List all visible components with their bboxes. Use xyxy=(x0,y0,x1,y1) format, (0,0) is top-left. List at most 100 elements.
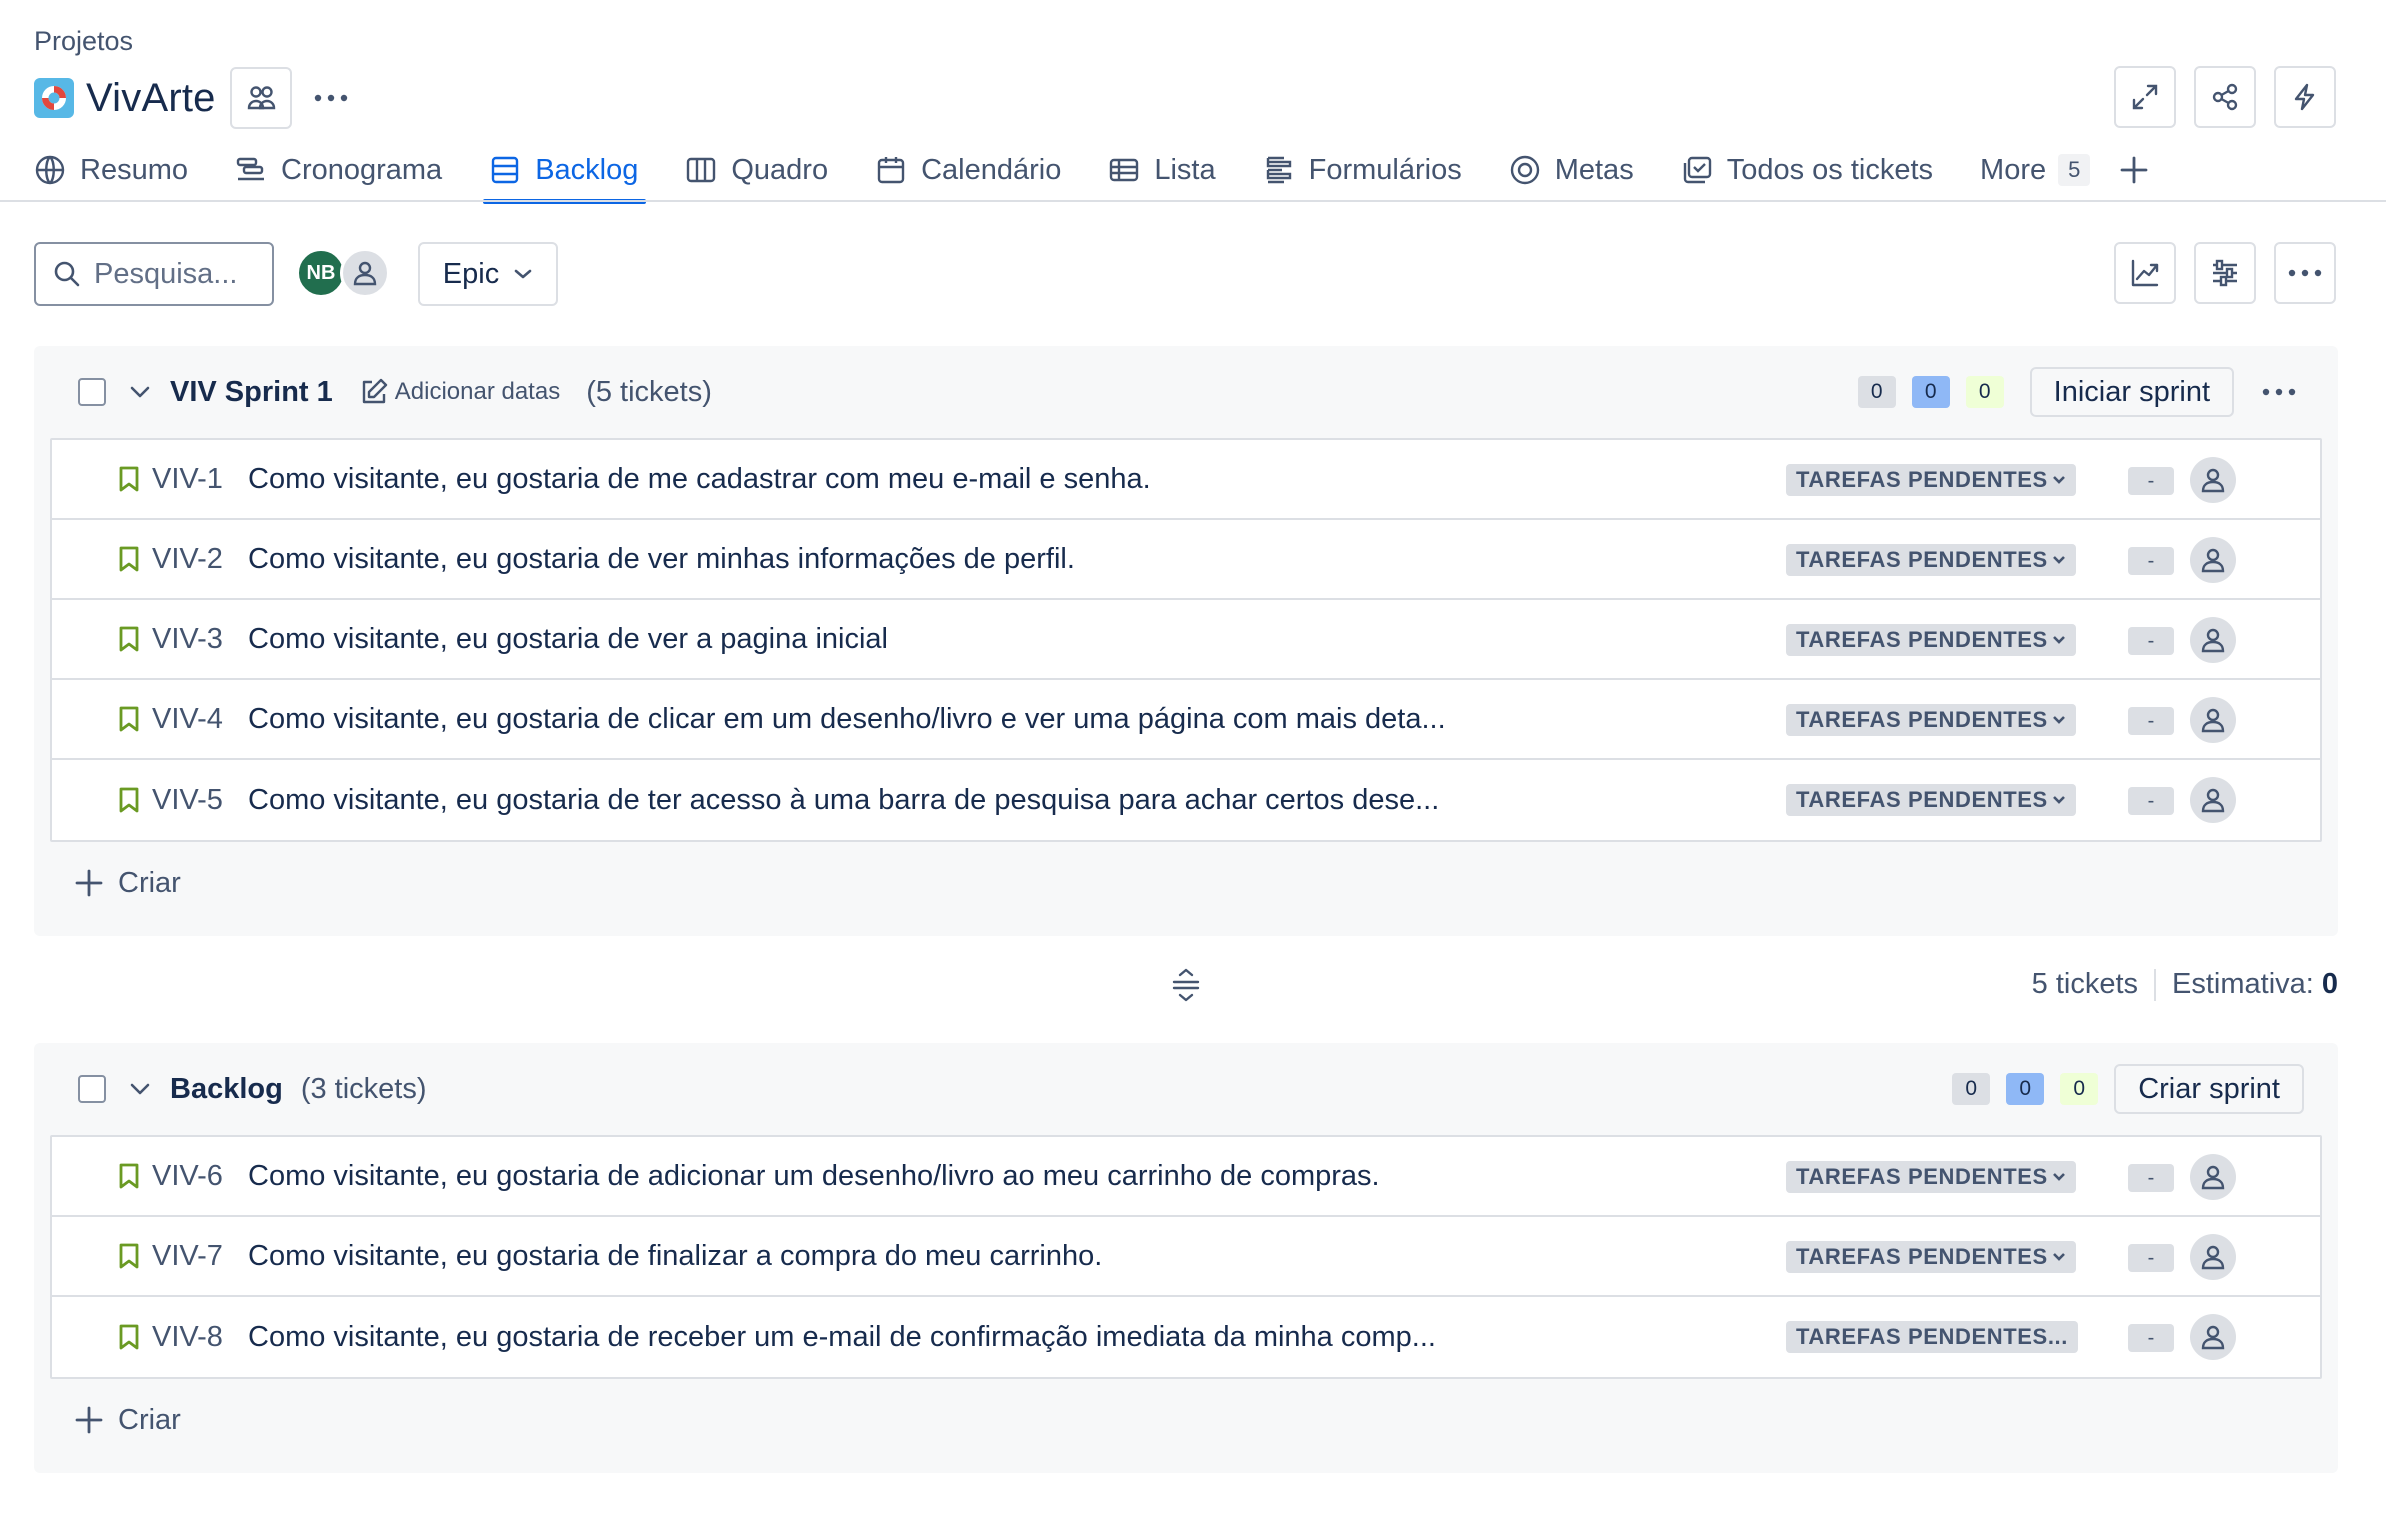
estimate-badge[interactable]: - xyxy=(2128,467,2174,495)
table-row[interactable]: VIV-8 Como visitante, eu gostaria de rec… xyxy=(52,1297,2320,1377)
chevron-down-icon[interactable] xyxy=(128,385,152,399)
toolbar-actions xyxy=(2114,242,2336,304)
tab-cronograma[interactable]: Cronograma xyxy=(235,148,442,192)
automation-button[interactable] xyxy=(2274,66,2336,128)
table-row[interactable]: VIV-5 Como visitante, eu gostaria de ter… xyxy=(52,760,2320,840)
tab-formularios[interactable]: Formulários xyxy=(1263,148,1462,192)
estimate-badge[interactable]: - xyxy=(2128,547,2174,575)
assignee-avatar[interactable] xyxy=(2190,1154,2236,1200)
create-sprint-button[interactable]: Criar sprint xyxy=(2114,1064,2304,1114)
forms-icon xyxy=(1266,156,1291,184)
backlog-select-checkbox[interactable] xyxy=(78,1075,106,1103)
tab-backlog[interactable]: Backlog xyxy=(483,148,647,204)
epic-filter-button[interactable]: Epic xyxy=(418,242,558,306)
estimate-badge[interactable]: - xyxy=(2128,1324,2174,1352)
ticket-key[interactable]: VIV-8 xyxy=(152,1321,248,1354)
estimate-badge[interactable]: - xyxy=(2128,1164,2174,1192)
ticket-summary[interactable]: Como visitante, eu gostaria de ter acess… xyxy=(248,784,1439,817)
table-row[interactable]: VIV-7 Como visitante, eu gostaria de fin… xyxy=(52,1217,2320,1297)
start-sprint-button[interactable]: Iniciar sprint xyxy=(2029,367,2234,417)
assignee-avatar[interactable] xyxy=(2190,777,2236,823)
ticket-summary[interactable]: Como visitante, eu gostaria de ver minha… xyxy=(248,543,1075,576)
tickets-icon xyxy=(1683,156,1711,184)
ticket-summary[interactable]: Como visitante, eu gostaria de finalizar… xyxy=(248,1240,1102,1273)
team-button[interactable] xyxy=(229,67,292,129)
status-dropdown[interactable]: TAREFAS PENDENTES xyxy=(1786,624,2076,656)
avatar-unassigned[interactable] xyxy=(340,248,390,298)
table-row[interactable]: VIV-2 Como visitante, eu gostaria de ver… xyxy=(52,520,2320,600)
done-points-badge: 0 xyxy=(2060,1073,2099,1105)
create-label: Criar xyxy=(118,1403,181,1436)
resize-handle[interactable] xyxy=(1170,968,1202,1002)
status-label: TAREFAS PENDENTES xyxy=(1796,787,2048,812)
estimate-badge[interactable]: - xyxy=(2128,707,2174,735)
toolbar-more-button[interactable] xyxy=(2274,242,2336,304)
ticket-key[interactable]: VIV-4 xyxy=(152,703,248,736)
table-row[interactable]: VIV-4 Como visitante, eu gostaria de cli… xyxy=(52,680,2320,760)
status-dropdown[interactable]: TAREFAS PENDENTES xyxy=(1786,704,2076,736)
ticket-summary[interactable]: Como visitante, eu gostaria de adicionar… xyxy=(248,1160,1380,1193)
insights-button[interactable] xyxy=(2114,242,2176,304)
table-row[interactable]: VIV-3 Como visitante, eu gostaria de ver… xyxy=(52,600,2320,680)
estimate-badge[interactable]: - xyxy=(2128,1244,2174,1272)
tab-metas[interactable]: Metas xyxy=(1509,148,1634,192)
tab-more[interactable]: More 5 xyxy=(1980,148,2091,192)
person-icon xyxy=(2201,548,2225,573)
status-dropdown[interactable]: TAREFAS PENDENTES xyxy=(1786,1241,2076,1273)
project-more-button[interactable] xyxy=(300,67,362,129)
tab-quadro[interactable]: Quadro xyxy=(685,148,828,192)
tab-todos-os-tickets[interactable]: Todos os tickets xyxy=(1681,148,1933,192)
assignee-avatar[interactable] xyxy=(2190,457,2236,503)
ticket-key[interactable]: VIV-1 xyxy=(152,463,248,496)
breadcrumb[interactable]: Projetos xyxy=(34,26,133,57)
sprint-header: VIV Sprint 1 Adicionar datas (5 tickets)… xyxy=(34,346,2338,438)
person-icon xyxy=(2201,628,2225,653)
search-input[interactable] xyxy=(94,257,244,291)
create-ticket-button[interactable]: Criar xyxy=(34,842,2338,924)
share-button[interactable] xyxy=(2194,66,2256,128)
create-ticket-button[interactable]: Criar xyxy=(34,1379,2338,1461)
add-dates-button[interactable]: Adicionar datas xyxy=(359,377,560,407)
ticket-summary[interactable]: Como visitante, eu gostaria de clicar em… xyxy=(248,703,1446,736)
avatar[interactable]: NB xyxy=(296,248,346,298)
sprint-more-button[interactable] xyxy=(2254,367,2304,417)
tab-resumo[interactable]: Resumo xyxy=(34,148,188,192)
estimate-badge[interactable]: - xyxy=(2128,787,2174,815)
ticket-summary[interactable]: Como visitante, eu gostaria de receber u… xyxy=(248,1321,1436,1354)
add-dates-label: Adicionar datas xyxy=(394,378,561,405)
assignee-avatar[interactable] xyxy=(2190,1314,2236,1360)
fullscreen-button[interactable] xyxy=(2114,66,2176,128)
status-dropdown[interactable]: TAREFAS PENDENTES xyxy=(1786,784,2076,816)
ticket-summary[interactable]: Como visitante, eu gostaria de me cadast… xyxy=(248,463,1151,496)
search-box[interactable] xyxy=(34,242,274,306)
status-dropdown[interactable]: TAREFAS PENDENTES xyxy=(1786,544,2076,576)
status-dropdown[interactable]: TAREFAS PENDENTES... xyxy=(1786,1321,2078,1353)
view-settings-button[interactable] xyxy=(2194,242,2256,304)
plus-icon xyxy=(2120,156,2148,184)
assignee-avatar[interactable] xyxy=(2190,537,2236,583)
ticket-key[interactable]: VIV-5 xyxy=(152,784,248,817)
ticket-key[interactable]: VIV-7 xyxy=(152,1240,248,1273)
status-dropdown[interactable]: TAREFAS PENDENTES xyxy=(1786,1161,2076,1193)
assignee-avatar[interactable] xyxy=(2190,697,2236,743)
assignee-avatar[interactable] xyxy=(2190,617,2236,663)
chevron-down-icon[interactable] xyxy=(128,1082,152,1096)
assignee-avatar[interactable] xyxy=(2190,1234,2236,1280)
estimate-badge[interactable]: - xyxy=(2128,627,2174,655)
person-icon xyxy=(2201,708,2225,733)
add-tab-button[interactable] xyxy=(2118,148,2150,192)
table-row[interactable]: VIV-6 Como visitante, eu gostaria de adi… xyxy=(52,1137,2320,1217)
table-row[interactable]: VIV-1 Como visitante, eu gostaria de me … xyxy=(52,440,2320,520)
ticket-key[interactable]: VIV-2 xyxy=(152,543,248,576)
tab-lista[interactable]: Lista xyxy=(1108,148,1216,192)
ticket-key[interactable]: VIV-6 xyxy=(152,1160,248,1193)
ticket-summary[interactable]: Como visitante, eu gostaria de ver a pag… xyxy=(248,623,888,656)
tab-calendario[interactable]: Calendário xyxy=(875,148,1061,192)
sprint-total-tickets: 5 tickets xyxy=(2031,968,2139,1000)
ticket-key[interactable]: VIV-3 xyxy=(152,623,248,656)
board-icon xyxy=(687,157,716,183)
project-logo xyxy=(34,78,74,118)
tab-label: Todos os tickets xyxy=(1726,153,1934,186)
sprint-select-checkbox[interactable] xyxy=(78,378,106,406)
status-dropdown[interactable]: TAREFAS PENDENTES xyxy=(1786,464,2076,496)
